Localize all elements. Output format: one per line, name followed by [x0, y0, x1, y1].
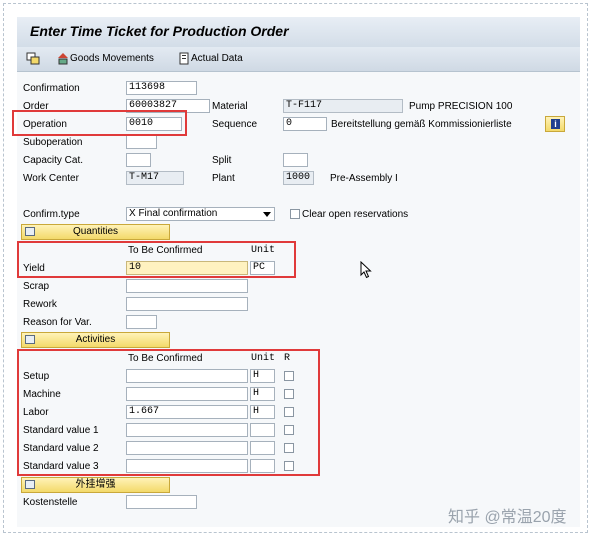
overview-icon: [26, 52, 40, 65]
info-button[interactable]: i: [545, 116, 565, 132]
section-icon: [25, 480, 35, 489]
confirmation-label: Confirmation: [23, 83, 80, 94]
suboperation-field[interactable]: [126, 135, 157, 149]
enhancement-tab-label: 外挂增强: [75, 479, 116, 490]
clear-reservations-checkbox[interactable]: [290, 209, 300, 219]
work-center-label: Work Center: [23, 173, 79, 184]
plant-label: Plant: [212, 173, 235, 184]
info-icon: i: [551, 119, 560, 129]
material-field: T-F117: [283, 99, 403, 113]
tab-quantities[interactable]: Quantities: [21, 224, 170, 240]
scrap-field[interactable]: [126, 279, 248, 293]
capacity-category-field[interactable]: [126, 153, 151, 167]
activities-tab-label: Activities: [75, 334, 116, 345]
confirm-type-value: X Final confirmation: [129, 208, 218, 219]
section-icon: [25, 227, 35, 236]
plant-description: Pre-Assembly I: [330, 173, 398, 184]
rework-label: Rework: [23, 299, 57, 310]
sequence-field[interactable]: 0: [283, 117, 327, 131]
work-center-field: T-M17: [126, 171, 184, 185]
window-title: Enter Time Ticket for Production Order: [30, 23, 289, 39]
plant-field: 1000: [283, 171, 314, 185]
confirm-type-label: Confirm.type: [23, 209, 80, 220]
clear-reservations-label: Clear open reservations: [302, 209, 409, 220]
tab-enhancement[interactable]: 外挂增强: [21, 477, 170, 493]
split-label: Split: [212, 155, 232, 166]
confirmation-field[interactable]: 113698: [126, 81, 197, 95]
mouse-cursor-icon: [360, 261, 372, 279]
actual-data-button[interactable]: Actual Data: [178, 52, 243, 66]
goods-movements-button[interactable]: Goods Movements: [56, 52, 154, 66]
watermark: 知乎 @常温20度: [448, 509, 567, 526]
material-description: Pump PRECISION 100: [409, 101, 513, 112]
activities-highlight: [17, 349, 320, 476]
goods-movements-icon: [58, 53, 68, 65]
goods-movements-label: Goods Movements: [70, 53, 154, 65]
sequence-label: Sequence: [212, 119, 258, 130]
split-field[interactable]: [283, 153, 308, 167]
overview-button[interactable]: [26, 52, 46, 66]
scrap-label: Scrap: [23, 281, 50, 292]
operation-highlight: [12, 110, 187, 136]
confirm-type-select[interactable]: X Final confirmation: [126, 207, 275, 221]
cost-center-field[interactable]: [126, 495, 197, 509]
suboperation-label: Suboperation: [23, 137, 83, 148]
material-label: Material: [212, 101, 248, 112]
quantities-highlight: [17, 241, 296, 278]
tab-activities[interactable]: Activities: [21, 332, 170, 348]
reason-variance-field[interactable]: [126, 315, 157, 329]
actual-data-icon: [179, 52, 189, 65]
section-icon: [25, 335, 35, 344]
reason-variance-label: Reason for Var.: [23, 317, 92, 328]
actual-data-label: Actual Data: [191, 53, 243, 65]
rework-field[interactable]: [126, 297, 248, 311]
cost-center-label: Kostenstelle: [23, 497, 78, 508]
quantities-tab-label: Quantities: [72, 226, 119, 237]
sequence-description: Bereitstellung gemäß Kommissionierliste: [331, 119, 512, 130]
chevron-down-icon: [263, 212, 271, 217]
capacity-category-label: Capacity Cat.: [23, 155, 84, 166]
